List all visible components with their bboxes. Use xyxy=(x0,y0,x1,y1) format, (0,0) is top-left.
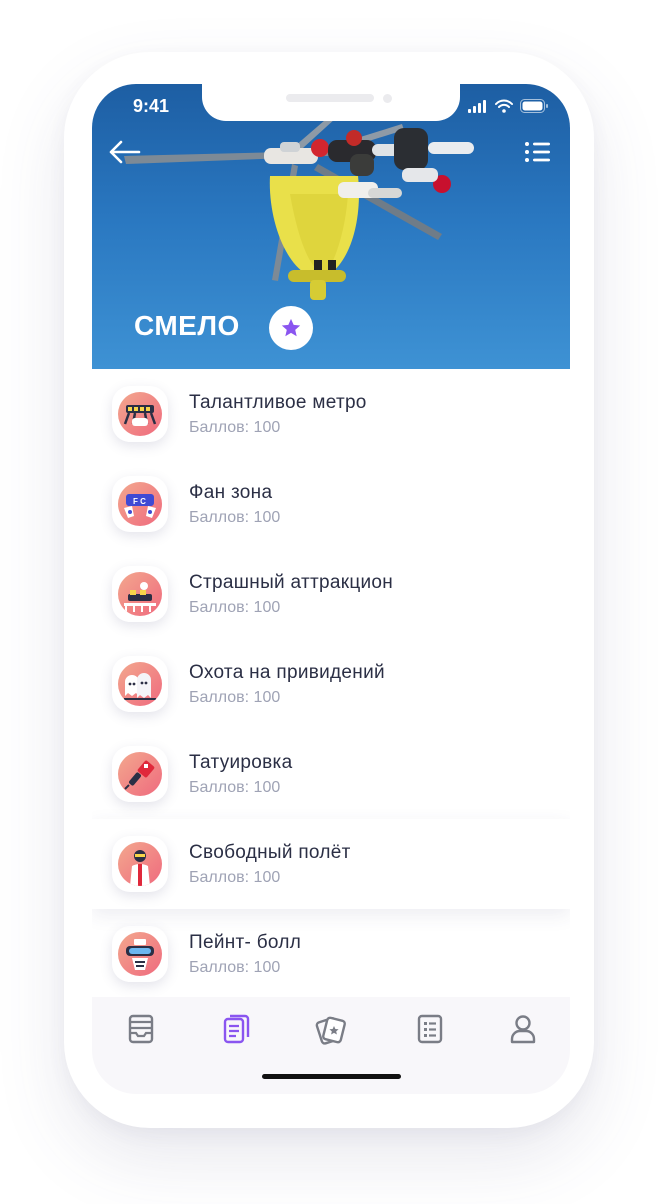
skydiver-icon xyxy=(118,842,162,886)
list-item-points: Баллов: 100 xyxy=(189,689,281,706)
hero-banner: 9:41 СМЕЛО xyxy=(92,84,570,369)
app-screen: 9:41 СМЕЛО Талантливое метро Баллов: 100… xyxy=(92,84,570,1094)
list-item-points: Баллов: 100 xyxy=(189,419,281,436)
tab-profile[interactable] xyxy=(503,1009,543,1049)
status-time: 9:41 xyxy=(133,96,170,116)
list-item-title: Свободный полёт xyxy=(189,842,351,863)
list-item-points: Баллов: 100 xyxy=(189,869,281,886)
category-title: СМЕЛО xyxy=(134,310,240,341)
list-item-title: Пейнт- болл xyxy=(189,932,302,953)
star-icon xyxy=(281,318,301,337)
fan-zone-icon: F C xyxy=(118,482,162,526)
list-item-icon-container xyxy=(112,386,168,442)
activity-list: Талантливое метро Баллов: 100 F C Фан зо… xyxy=(92,369,570,999)
tattoo-machine-icon xyxy=(118,752,162,796)
list-item[interactable]: F C Фан зона Баллов: 100 xyxy=(92,459,570,549)
list-item-title: Фан зона xyxy=(189,482,273,503)
list-item-title: Охота на привидений xyxy=(189,662,385,683)
device-notch xyxy=(202,84,460,121)
list-item-icon-container xyxy=(112,566,168,622)
battery-icon xyxy=(520,99,548,113)
status-icons xyxy=(468,96,548,116)
list-item-title: Татуировка xyxy=(189,752,293,773)
ghosts-icon xyxy=(118,662,162,706)
cellular-signal-icon xyxy=(468,100,486,113)
tab-checklist[interactable] xyxy=(410,1009,450,1049)
paintball-mask-icon xyxy=(118,932,162,976)
tab-inbox[interactable] xyxy=(121,1009,161,1049)
tab-cards[interactable] xyxy=(311,1009,351,1049)
cards-icon xyxy=(315,1016,346,1045)
list-item-points: Баллов: 100 xyxy=(189,599,281,616)
tab-bar xyxy=(92,997,570,1094)
profile-icon xyxy=(510,1015,536,1044)
list-item-icon-container xyxy=(112,746,168,802)
back-arrow-icon xyxy=(109,140,141,164)
list-item-icon-container: F C xyxy=(112,476,168,532)
back-arrow-button[interactable] xyxy=(108,138,144,166)
list-view-button[interactable] xyxy=(524,140,552,166)
list-item-icon-container xyxy=(112,656,168,712)
list-item[interactable]: Страшный аттракцион Баллов: 100 xyxy=(92,549,570,639)
list-item[interactable]: Талантливое метро Баллов: 100 xyxy=(92,369,570,459)
metro-icon xyxy=(118,392,162,436)
list-item-title: Страшный аттракцион xyxy=(189,572,394,593)
list-item-icon-container xyxy=(112,926,168,982)
list-item[interactable]: Свободный полёт Баллов: 100 xyxy=(92,819,570,909)
checklist-icon xyxy=(417,1014,443,1044)
front-camera xyxy=(383,94,392,103)
roller-coaster-icon xyxy=(118,572,162,616)
speaker-grille xyxy=(286,94,374,102)
list-icon xyxy=(525,142,550,162)
documents-icon xyxy=(223,1014,250,1044)
inbox-icon xyxy=(128,1014,154,1044)
list-item[interactable]: Охота на привидений Баллов: 100 xyxy=(92,639,570,729)
favorite-button[interactable] xyxy=(269,306,313,350)
tab-documents[interactable] xyxy=(216,1009,256,1049)
list-item[interactable]: Татуировка Баллов: 100 xyxy=(92,729,570,819)
home-indicator xyxy=(262,1074,401,1079)
list-item-points: Баллов: 100 xyxy=(189,509,281,526)
list-item-title: Талантливое метро xyxy=(189,392,367,413)
svg-text:F C: F C xyxy=(133,497,146,506)
wifi-icon xyxy=(495,99,513,113)
list-item-points: Баллов: 100 xyxy=(189,779,281,796)
list-item[interactable]: Пейнт- болл Баллов: 100 xyxy=(92,909,570,999)
list-item-icon-container xyxy=(112,836,168,892)
list-item-points: Баллов: 100 xyxy=(189,959,281,976)
